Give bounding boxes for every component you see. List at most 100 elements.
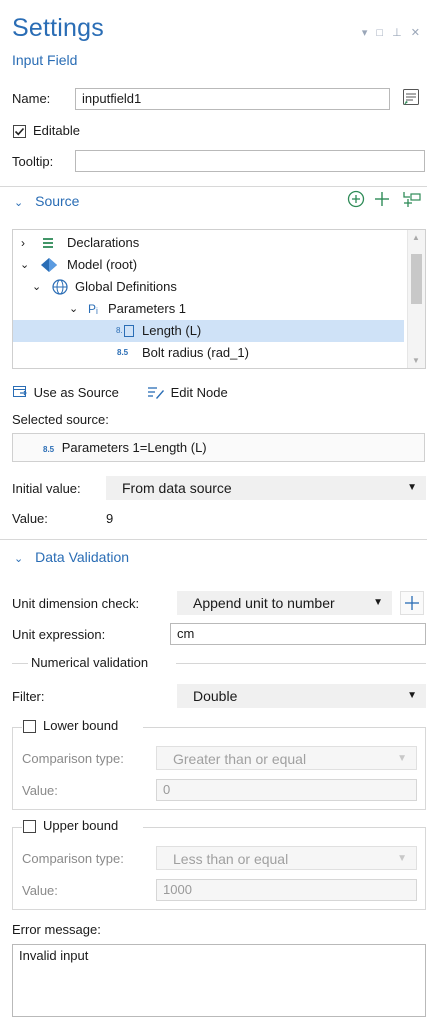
lower-value-label: Value: bbox=[22, 783, 58, 798]
edit-node-label: Edit Node bbox=[171, 385, 228, 400]
parameters-icon: Pᵢ bbox=[88, 298, 98, 320]
name-label: Name: bbox=[12, 91, 50, 106]
section-divider bbox=[0, 539, 427, 540]
name-input[interactable]: inputfield1 bbox=[75, 88, 390, 110]
unit-dimension-check-select[interactable]: Append unit to number ▼ bbox=[177, 591, 392, 615]
add-circle-icon[interactable] bbox=[347, 190, 365, 211]
use-as-source-label: Use as Source bbox=[34, 385, 119, 400]
tree-item-bolt-radius[interactable]: 8.5 Bolt radius (rad_1) bbox=[13, 342, 408, 364]
unit-expression-label: Unit expression: bbox=[12, 627, 105, 642]
selected-source-value: Parameters 1=Length (L) bbox=[62, 440, 207, 455]
maximize-icon[interactable]: □ bbox=[376, 27, 386, 39]
section-divider bbox=[0, 186, 427, 187]
numerical-validation-title: Numerical validation bbox=[31, 655, 148, 670]
value-label: Value: bbox=[12, 511, 48, 526]
group-rule bbox=[12, 727, 22, 728]
lower-comparison-type-select[interactable]: Greater than or equal ▼ bbox=[156, 746, 417, 770]
chevron-down-icon[interactable]: ⌄ bbox=[20, 254, 29, 276]
dropdown-arrow-icon: ▼ bbox=[407, 476, 417, 500]
upper-bound-checkbox[interactable] bbox=[23, 820, 36, 833]
unit-dimension-check-selected: Append unit to number bbox=[193, 595, 335, 611]
parameter-value-icon: 8.5 bbox=[117, 342, 128, 364]
tree-item-label: Model (root) bbox=[67, 254, 137, 276]
panel-title: Settings bbox=[12, 14, 104, 43]
tree-item-label: Length (L) bbox=[142, 320, 201, 342]
filter-label: Filter: bbox=[12, 689, 45, 704]
data-validation-title: Data Validation bbox=[35, 549, 129, 565]
tooltip-label: Tooltip: bbox=[12, 154, 53, 169]
error-message-label: Error message: bbox=[12, 922, 101, 937]
tree-scrollbar[interactable]: ▲ ▼ bbox=[407, 230, 425, 368]
panel-subtitle: Input Field bbox=[12, 52, 77, 68]
window-controls: ▾ □ ⊥ ✕ bbox=[362, 26, 423, 39]
editable-checkbox[interactable] bbox=[13, 125, 26, 138]
plus-icon[interactable] bbox=[373, 190, 391, 211]
upper-value-label: Value: bbox=[22, 883, 58, 898]
chevron-down-icon: ⌄ bbox=[14, 197, 23, 209]
selected-source-display: 8.5 Parameters 1=Length (L) bbox=[12, 433, 425, 462]
group-rule bbox=[143, 727, 426, 728]
filter-selected: Double bbox=[193, 688, 237, 704]
tree-item-model-root[interactable]: ⌄ Model (root) bbox=[13, 254, 408, 276]
close-icon[interactable]: ✕ bbox=[411, 27, 423, 39]
filter-select[interactable]: Double ▼ bbox=[177, 684, 426, 708]
chevron-down-icon: ⌄ bbox=[14, 553, 23, 565]
chevron-down-icon[interactable]: ⌄ bbox=[32, 276, 41, 298]
lower-bound-label: Lower bound bbox=[43, 718, 118, 733]
lower-comparison-type-label: Comparison type: bbox=[22, 751, 124, 766]
initial-value-label: Initial value: bbox=[12, 481, 81, 496]
chevron-down-icon[interactable]: ⌄ bbox=[69, 298, 78, 320]
tree-item-label: Parameters 1 bbox=[108, 298, 186, 320]
use-as-source-button[interactable]: Use as Source bbox=[12, 384, 119, 400]
error-message-textarea[interactable]: Invalid input bbox=[12, 944, 426, 1017]
group-rule bbox=[143, 827, 426, 828]
edit-text-icon[interactable] bbox=[400, 87, 422, 109]
lower-comparison-type-selected: Greater than or equal bbox=[173, 751, 306, 767]
selected-source-label: Selected source: bbox=[12, 412, 109, 427]
tooltip-input[interactable] bbox=[75, 150, 425, 172]
tree-item-declarations[interactable]: › Declarations bbox=[13, 232, 408, 254]
unit-dimension-check-label: Unit dimension check: bbox=[12, 596, 139, 611]
editable-label: Editable bbox=[33, 123, 80, 138]
edit-node-icon bbox=[147, 384, 165, 400]
lower-bound-checkbox[interactable] bbox=[23, 720, 36, 733]
group-rule bbox=[12, 827, 22, 828]
chevron-right-icon[interactable]: › bbox=[21, 232, 25, 254]
unit-expression-input[interactable]: cm bbox=[170, 623, 426, 645]
upper-comparison-type-selected: Less than or equal bbox=[173, 851, 288, 867]
source-section-header[interactable]: ⌄ Source bbox=[14, 193, 79, 209]
source-section-title: Source bbox=[35, 193, 79, 209]
pin-icon[interactable]: ⊥ bbox=[392, 27, 405, 39]
add-tree-node-icon[interactable] bbox=[401, 189, 423, 212]
dropdown-arrow-icon: ▼ bbox=[407, 684, 417, 708]
plus-icon bbox=[401, 592, 423, 614]
dropdown-arrow-icon: ▼ bbox=[397, 747, 407, 771]
dropdown-arrow-icon: ▼ bbox=[373, 591, 383, 615]
value-readout: 9 bbox=[106, 511, 113, 526]
group-rule bbox=[12, 663, 28, 664]
tree-item-label: Declarations bbox=[67, 232, 139, 254]
parameter-value-icon: 8. bbox=[116, 320, 134, 342]
tree-item-label: Global Definitions bbox=[75, 276, 177, 298]
add-unit-button[interactable] bbox=[400, 591, 424, 615]
upper-comparison-type-select[interactable]: Less than or equal ▼ bbox=[156, 846, 417, 870]
chevron-down-icon[interactable]: ▾ bbox=[362, 27, 371, 39]
scroll-down-icon[interactable]: ▼ bbox=[412, 356, 420, 365]
initial-value-select[interactable]: From data source ▼ bbox=[106, 476, 426, 500]
tree-item-label: Bolt radius (rad_1) bbox=[142, 342, 249, 364]
parameter-value-icon: 8.5 bbox=[43, 445, 54, 454]
source-tree[interactable]: › Declarations ⌄ Model (root) ⌄ Global D… bbox=[12, 229, 426, 369]
initial-value-selected: From data source bbox=[122, 480, 232, 496]
tree-item-parameters-1[interactable]: ⌄ Pᵢ Parameters 1 bbox=[13, 298, 408, 320]
upper-value-input[interactable]: 1000 bbox=[156, 879, 417, 901]
lower-value-input[interactable]: 0 bbox=[156, 779, 417, 801]
scroll-thumb[interactable] bbox=[411, 254, 422, 304]
tree-item-length[interactable]: 8. Length (L) bbox=[13, 320, 404, 342]
data-validation-section-header[interactable]: ⌄ Data Validation bbox=[14, 549, 129, 565]
use-as-source-icon bbox=[12, 384, 28, 400]
scroll-up-icon[interactable]: ▲ bbox=[412, 233, 420, 242]
edit-node-button[interactable]: Edit Node bbox=[147, 384, 228, 400]
upper-bound-label: Upper bound bbox=[43, 818, 118, 833]
check-icon bbox=[14, 126, 25, 137]
tree-item-global-definitions[interactable]: ⌄ Global Definitions bbox=[13, 276, 408, 298]
